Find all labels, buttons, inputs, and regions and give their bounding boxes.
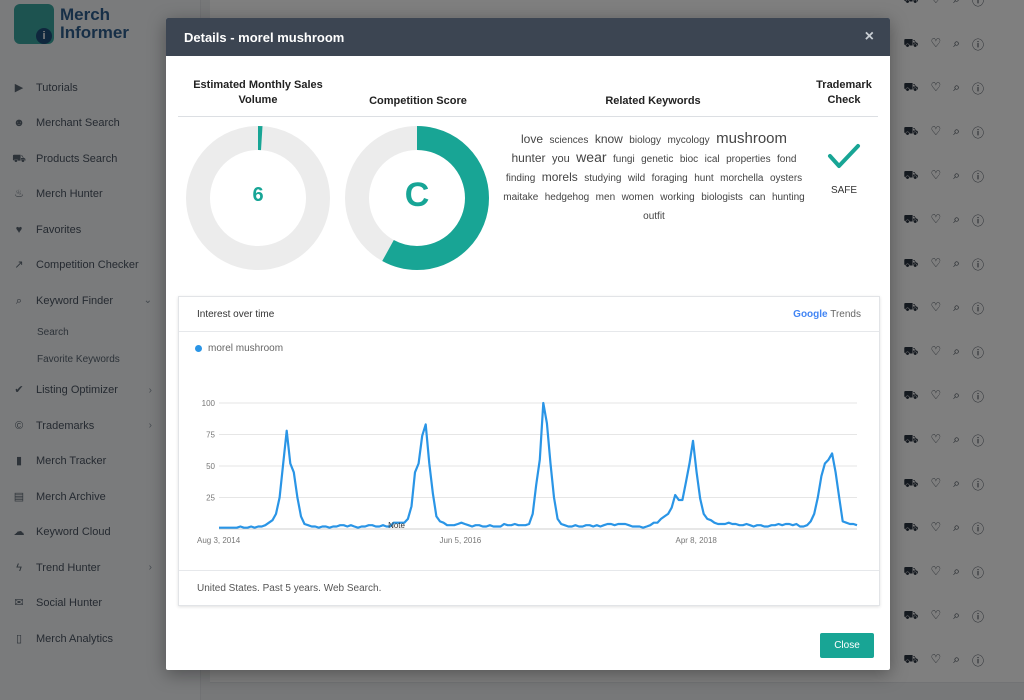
header-keywords: Related Keywords <box>605 95 701 107</box>
keyword-tag: mushroom <box>716 130 787 147</box>
keyword-tag: know <box>594 132 623 146</box>
keyword-tag: genetic <box>641 154 674 165</box>
trademark-status: SAFE <box>830 185 858 196</box>
keyword-tag: studying <box>584 173 622 184</box>
header-sales: Estimated Monthly Sales Volume <box>193 79 323 106</box>
google-trends-logo[interactable]: Google Trends <box>793 309 861 320</box>
keyword-tag: properties <box>726 154 771 165</box>
close-button[interactable]: Close <box>820 633 874 658</box>
keyword-tag: outfit <box>643 211 665 222</box>
competition-donut: C <box>345 126 489 270</box>
legend-label: morel mushroom <box>208 343 284 354</box>
keyword-tag: women <box>621 192 654 203</box>
trademark-check: SAFE <box>818 140 870 196</box>
google-trends-card: Interest over time Google Trends morel m… <box>178 296 880 606</box>
y-tick-label: 50 <box>206 462 215 471</box>
keyword-tag: morels <box>541 170 578 184</box>
keyword-tag: men <box>595 192 616 203</box>
keyword-tag: hunter <box>511 151 546 165</box>
legend-dot-icon <box>195 345 202 352</box>
keyword-tag: oysters <box>769 173 803 184</box>
trends-footer: United States. Past 5 years. Web Search. <box>179 570 879 605</box>
sales-donut: 6 <box>186 126 330 270</box>
keyword-tag: biology <box>629 135 661 146</box>
google-wordmark: Google <box>793 308 828 320</box>
keyword-tag: morchella <box>720 173 764 184</box>
modal-title: Details - morel mushroom <box>184 29 345 45</box>
keyword-tag: maitake <box>503 192 539 203</box>
checkmark-icon <box>828 144 860 168</box>
keyword-tag: finding <box>505 173 536 184</box>
x-tick-label: Apr 8, 2018 <box>676 536 718 545</box>
trends-header: Interest over time Google Trends <box>179 297 879 332</box>
x-tick-label: Aug 3, 2014 <box>197 536 241 545</box>
interest-line-chart: 25 50 75 100 Aug 3, 2014 Jun 5, 2016 Apr 8, 20… <box>197 399 858 545</box>
keyword-tag: you <box>551 153 570 165</box>
keyword-tag: can <box>749 192 766 203</box>
competition-value: C <box>404 176 430 214</box>
y-tick-label: 75 <box>206 431 215 440</box>
keyword-tag: wear <box>576 149 607 165</box>
metrics-header: Estimated Monthly Sales Volume Competiti… <box>178 68 878 117</box>
trends-wordmark: Trends <box>830 308 861 320</box>
header-competition: Competition Score <box>369 95 467 107</box>
chart-legend: morel mushroom <box>195 343 283 354</box>
details-modal: Details - morel mushroom × Estimated Mon… <box>166 18 890 670</box>
keyword-tag: foraging <box>651 173 688 184</box>
modal-header: Details - morel mushroom <box>166 18 890 56</box>
related-keywords-cloud: love sciences know biology mycology mush… <box>502 130 806 225</box>
keyword-tag: hedgehog <box>544 192 590 203</box>
keyword-tag: fungi <box>612 154 635 165</box>
keyword-tag: love <box>520 132 543 146</box>
keyword-tag: fond <box>777 154 797 165</box>
trends-title: Interest over time <box>197 308 275 320</box>
close-icon[interactable]: × <box>865 28 874 46</box>
keyword-tag: mycology <box>667 135 710 146</box>
keyword-tag: biologists <box>701 192 743 203</box>
keyword-tag: hunting <box>771 192 805 203</box>
keyword-tag: working <box>660 192 695 203</box>
keyword-tag: hunt <box>694 173 714 184</box>
keyword-tag: bioc <box>679 154 699 165</box>
series-line-morel-mushroom[interactable] <box>219 401 858 529</box>
x-tick-label: Jun 5, 2016 <box>439 536 481 545</box>
keyword-tag: sciences <box>549 135 589 146</box>
header-trademark: Trademark Check <box>816 79 872 106</box>
sales-value: 6 <box>252 184 264 206</box>
y-tick-label: 25 <box>206 494 215 503</box>
y-tick-label: 100 <box>202 399 216 408</box>
keyword-tag: ical <box>704 154 720 165</box>
chart-note-annotation[interactable]: Note <box>388 521 405 530</box>
keyword-tag: wild <box>627 173 646 184</box>
